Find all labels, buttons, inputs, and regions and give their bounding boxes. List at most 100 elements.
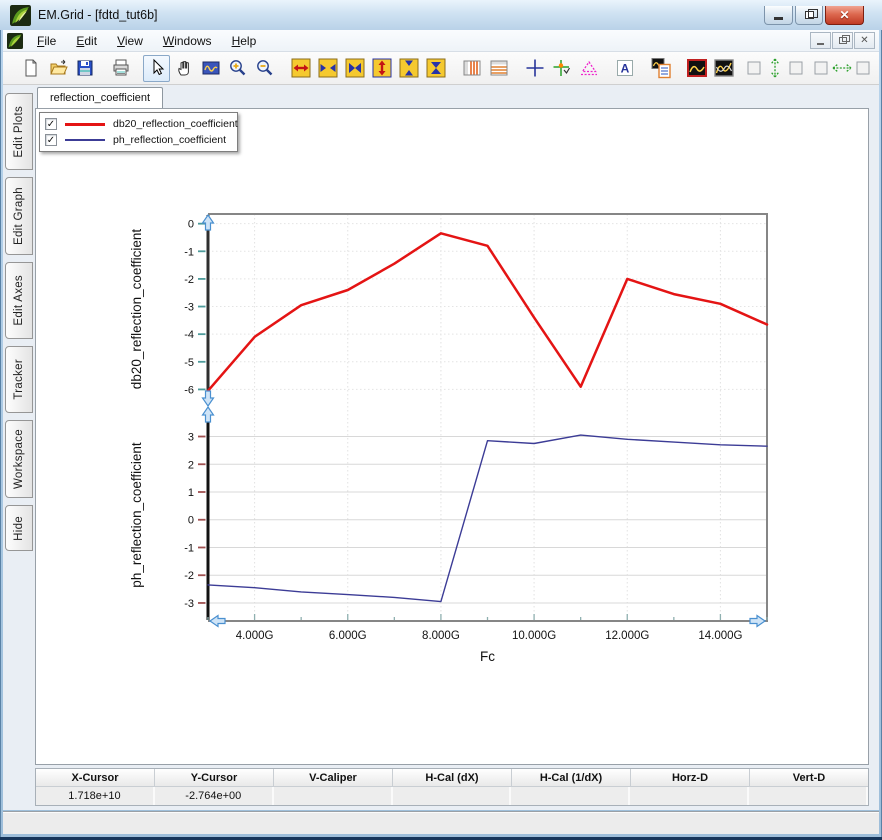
y-tick-label: 0 <box>188 515 194 527</box>
horizontal-marker-lines-button[interactable] <box>485 55 512 82</box>
legend-label-ph: ph_reflection_coefficient <box>113 134 226 146</box>
tracker-button[interactable] <box>548 55 575 82</box>
sidebar-tab-tracker[interactable]: Tracker <box>5 346 33 413</box>
axis-pan-arrow-up[interactable] <box>203 215 214 230</box>
sidebar-tab-hide[interactable]: Hide <box>5 505 33 551</box>
print-button[interactable] <box>107 55 134 82</box>
plot-with-table-icon <box>650 57 672 79</box>
series-db20_reflection_coefficient <box>208 233 767 390</box>
pointer-icon <box>147 58 167 78</box>
window-title: EM.Grid - [fdtd_tut6b] <box>38 8 158 22</box>
y-tick-label: -1 <box>184 542 194 554</box>
checkbox-check-icon: ✓ <box>47 135 55 146</box>
plot-canvas[interactable]: 0-1-2-3-4-5-63210-1-2-34.000G6.000G8.000… <box>36 109 868 764</box>
vertical-marker-lines-button[interactable] <box>458 55 485 82</box>
value-x-cursor: 1.718e+10 <box>36 787 155 805</box>
menu-edit[interactable]: Edit <box>68 32 105 50</box>
minimize-icon <box>774 17 783 20</box>
sidebar-tab-workspace[interactable]: Workspace <box>5 420 33 498</box>
menu-help[interactable]: Help <box>224 32 265 50</box>
legend-checkbox-db20[interactable]: ✓ <box>45 118 57 130</box>
sidebar-tab-edit-graph[interactable]: Edit Graph <box>5 177 33 255</box>
series-ph_reflection_coefficient <box>208 435 767 601</box>
text-annotation-button[interactable]: A <box>611 55 638 82</box>
sidebar-tab-edit-plots[interactable]: Edit Plots <box>5 93 33 170</box>
caliper-triangle-button[interactable] <box>575 55 602 82</box>
value-y-cursor: -2.764e+00 <box>155 787 274 805</box>
zoom-out-button[interactable] <box>251 55 278 82</box>
sidebar-tab-edit-axes[interactable]: Edit Axes <box>5 262 33 339</box>
horizontal-marker-lines-icon <box>489 58 509 78</box>
y-tick-label: 3 <box>188 432 194 444</box>
h-mirror-button[interactable] <box>341 55 368 82</box>
menu-file[interactable]: File <box>29 32 64 50</box>
axis-pan-arrow-down[interactable] <box>203 391 214 406</box>
cross-cursor-button[interactable] <box>521 55 548 82</box>
v-shrink-button[interactable] <box>395 55 422 82</box>
tab-label: reflection_coefficient <box>50 92 150 104</box>
title-bar: EM.Grid - [fdtd_tut6b] ✕ <box>0 0 882 30</box>
svg-text:A: A <box>620 62 629 76</box>
plot-legend: ✓ db20_reflection_coefficient ✓ ph_refle… <box>39 112 238 152</box>
v-mirror-icon <box>426 58 446 78</box>
zoom-out-icon <box>255 58 275 78</box>
header-x-cursor: X-Cursor <box>36 769 155 786</box>
new-file-button[interactable] <box>17 55 44 82</box>
menu-bar: File Edit View Windows Help ✕ <box>3 30 879 52</box>
x-axis-label: Fc <box>480 649 495 664</box>
h-autofit-icon <box>813 57 871 79</box>
v-stretch-button[interactable] <box>368 55 395 82</box>
y-tick-label: -3 <box>184 302 194 314</box>
close-button[interactable]: ✕ <box>825 6 864 25</box>
axis-pan-arrow-right[interactable] <box>750 616 765 627</box>
axis-pan-arrow-up[interactable] <box>203 407 214 422</box>
single-plot-button[interactable] <box>683 55 710 82</box>
h-shrink-icon <box>318 58 338 78</box>
restore-button[interactable] <box>795 6 823 25</box>
mdi-minimize-button[interactable] <box>810 32 831 49</box>
x-tick-label: 4.000G <box>236 630 274 642</box>
header-h-cal-dx: H-Cal (dX) <box>393 769 512 786</box>
new-file-icon <box>21 58 41 78</box>
mdi-restore-button[interactable] <box>832 32 853 49</box>
work-area: Edit Plots Edit Graph Edit Axes Tracker … <box>3 85 879 810</box>
h-stretch-icon <box>291 58 311 78</box>
zoom-window-button[interactable] <box>197 55 224 82</box>
y-axis-title: db20_reflection_coefficient <box>129 229 144 390</box>
h-stretch-button[interactable] <box>287 55 314 82</box>
y-tick-label: -2 <box>184 274 194 286</box>
zoom-in-button[interactable] <box>224 55 251 82</box>
h-shrink-button[interactable] <box>314 55 341 82</box>
toolbar: A <box>3 52 879 85</box>
h-mirror-icon <box>345 58 365 78</box>
axis-pan-arrow-left[interactable] <box>210 616 225 627</box>
save-button[interactable] <box>71 55 98 82</box>
v-autofit-group[interactable] <box>746 57 804 79</box>
menu-windows[interactable]: Windows <box>155 32 220 50</box>
y-axis-title: ph_reflection_coefficient <box>129 442 144 588</box>
h-autofit-group[interactable] <box>813 57 871 79</box>
app-window: EM.Grid - [fdtd_tut6b] ✕ File Edit View … <box>0 0 882 840</box>
tracker-icon <box>552 58 572 78</box>
sidebar-tab-label: Workspace <box>13 429 25 489</box>
header-h-cal-1dx: H-Cal (1/dX) <box>512 769 631 786</box>
checkbox-check-icon: ✓ <box>47 119 55 130</box>
sidebar: Edit Plots Edit Graph Edit Axes Tracker … <box>3 85 35 810</box>
legend-checkbox-ph[interactable]: ✓ <box>45 134 57 146</box>
menu-view[interactable]: View <box>109 32 151 50</box>
legend-line-sample-db20 <box>65 123 105 126</box>
pointer-select-button[interactable] <box>143 55 170 82</box>
pan-hand-button[interactable] <box>170 55 197 82</box>
open-file-icon <box>48 58 68 78</box>
y-tick-label: -5 <box>184 357 194 369</box>
plot-with-table-button[interactable] <box>647 55 674 82</box>
minimize-button[interactable] <box>764 6 793 25</box>
v-stretch-icon <box>372 58 392 78</box>
mdi-close-button[interactable]: ✕ <box>854 32 875 49</box>
document-app-icon <box>7 33 23 49</box>
x-tick-label: 8.000G <box>422 630 460 642</box>
open-file-button[interactable] <box>44 55 71 82</box>
multi-plot-button[interactable] <box>710 55 737 82</box>
tab-reflection-coefficient[interactable]: reflection_coefficient <box>37 87 163 108</box>
v-mirror-button[interactable] <box>422 55 449 82</box>
